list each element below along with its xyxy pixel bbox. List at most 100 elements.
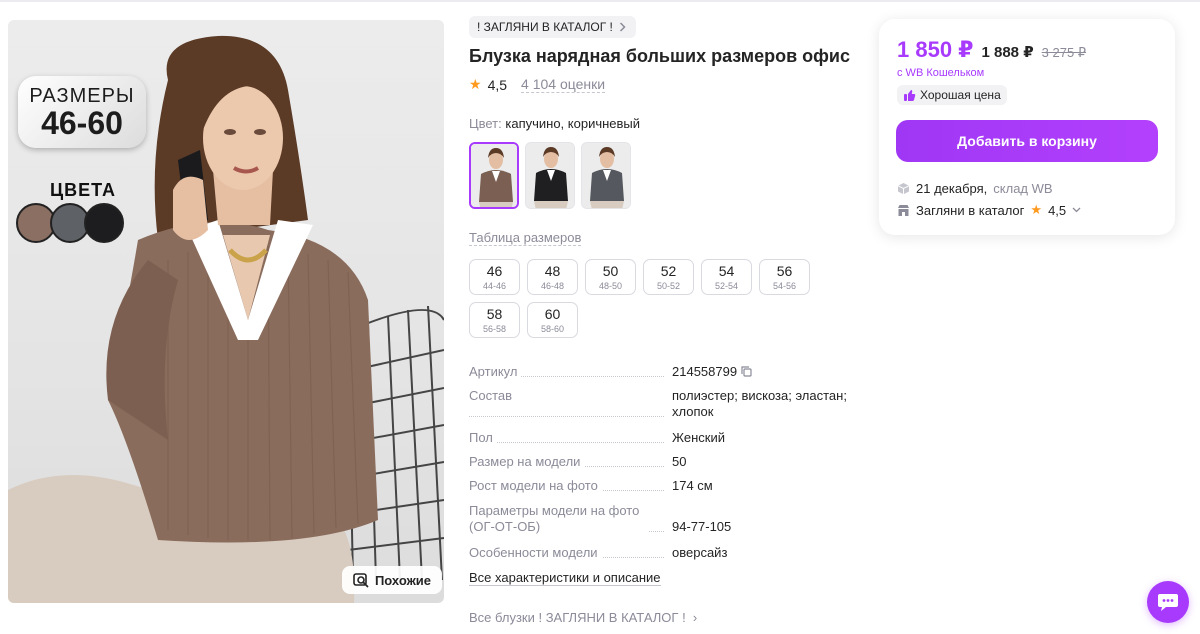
color-variant-thumb[interactable] xyxy=(581,142,631,209)
similar-button[interactable]: Похожие xyxy=(342,566,442,594)
spec-key: Состав xyxy=(469,388,517,403)
star-icon: ★ xyxy=(1030,202,1043,217)
spec-value: 214558799 xyxy=(672,364,849,380)
spec-value-text: 50 xyxy=(672,454,687,469)
colors-title: ЦВЕТА xyxy=(49,180,116,200)
good-price-label: Хорошая цена xyxy=(920,88,1001,102)
product-title: Блузка нарядная больших размеров офис xyxy=(469,46,851,66)
size-option[interactable]: 52 50-52 xyxy=(643,259,694,295)
size-value: 54 xyxy=(718,263,735,279)
size-option[interactable]: 50 48-50 xyxy=(585,259,636,295)
color-swatch-black xyxy=(84,203,124,243)
image-search-icon xyxy=(353,573,369,588)
chevron-right-icon: › xyxy=(689,610,698,625)
store-icon xyxy=(898,204,909,216)
reviews-link[interactable]: 4 104 оценки xyxy=(521,76,606,93)
sizes-badge: РАЗМЕРЫ 46-60 xyxy=(18,76,146,148)
chat-button[interactable] xyxy=(1147,581,1189,623)
spec-value: полиэстер; вискоза; эластан; хлопок xyxy=(672,388,849,420)
wallet-note[interactable]: с WB Кошельком xyxy=(897,67,984,79)
spec-row: Артикул 214558799 xyxy=(469,364,849,380)
size-value: 58 xyxy=(486,306,503,322)
size-ru-value: 50-52 xyxy=(656,281,681,291)
spec-value: 174 см xyxy=(672,478,849,494)
size-value: 52 xyxy=(660,263,677,279)
color-line: Цвет: капучино, коричневый xyxy=(469,116,640,131)
spec-key: Параметры модели на фото (ОГ-ОТ-ОБ) xyxy=(469,503,649,535)
top-divider xyxy=(0,0,1200,2)
price-secondary: 1 888 ₽ xyxy=(981,44,1034,61)
spec-key: Размер на модели xyxy=(469,454,585,469)
variant-thumbnail-image xyxy=(526,143,574,208)
size-option[interactable]: 48 46-48 xyxy=(527,259,578,295)
spec-key: Рост модели на фото xyxy=(469,478,602,493)
chevron-right-icon xyxy=(619,22,626,32)
box-icon xyxy=(897,183,910,195)
size-ru-value: 52-54 xyxy=(714,281,739,291)
seller-name: Загляни в каталог xyxy=(916,202,1025,218)
color-variants xyxy=(469,142,631,209)
thumbs-up-icon xyxy=(904,89,916,101)
size-ru-value: 58-60 xyxy=(540,324,565,334)
spec-key-cell: Пол xyxy=(469,430,672,446)
spec-key-cell: Особенности модели xyxy=(469,545,672,561)
brand-chip[interactable]: ! ЗАГЛЯНИ В КАТАЛОГ ! xyxy=(469,16,636,38)
size-option[interactable]: 60 58-60 xyxy=(527,302,578,338)
spec-value-text: Женский xyxy=(672,430,725,445)
product-photo[interactable]: РАЗМЕРЫ 46-60 ЦВЕТА Похожие xyxy=(8,20,444,603)
size-value: 50 xyxy=(602,263,619,279)
brand-name: ! ЗАГЛЯНИ В КАТАЛОГ ! xyxy=(477,20,613,34)
spec-value-text: оверсайз xyxy=(672,545,728,560)
spec-key: Пол xyxy=(469,430,497,445)
copy-icon[interactable] xyxy=(741,366,752,377)
product-rating: ★ 4,5 4 104 оценки xyxy=(469,76,606,93)
size-ru-value: 56-58 xyxy=(482,324,507,334)
category-breadcrumb[interactable]: Все блузки ! ЗАГЛЯНИ В КАТАЛОГ ! › xyxy=(469,610,697,625)
spec-key-cell: Размер на модели xyxy=(469,454,672,470)
variant-thumbnail-image xyxy=(471,144,517,207)
size-option[interactable]: 46 44-46 xyxy=(469,259,520,295)
spec-row: Особенности модели оверсайз xyxy=(469,545,849,561)
delivery-warehouse: склад WB xyxy=(993,181,1053,196)
color-variant-thumb[interactable] xyxy=(469,142,519,209)
size-table-link[interactable]: Таблица размеров xyxy=(469,230,582,246)
add-to-cart-button[interactable]: Добавить в корзину xyxy=(896,120,1158,162)
spec-value: 50 xyxy=(672,454,849,470)
similar-button-label: Похожие xyxy=(374,572,432,588)
delivery-info: 21 декабря, склад WB xyxy=(897,181,1053,196)
spec-row: Параметры модели на фото (ОГ-ОТ-ОБ) 94-77… xyxy=(469,503,849,535)
size-row: 46 44-46 48 46-48 50 48-50 52 50-52 54 52-54 56 54-… xyxy=(469,259,829,295)
chevron-down-icon xyxy=(1072,207,1081,213)
size-value: 46 xyxy=(486,263,503,279)
price-row: 1 850 ₽ 1 888 ₽ 3 275 ₽ xyxy=(897,37,1086,63)
size-option[interactable]: 56 54-56 xyxy=(759,259,810,295)
variant-thumbnail-image xyxy=(582,143,630,208)
star-icon: ★ xyxy=(469,76,482,92)
price-old: 3 275 ₽ xyxy=(1041,45,1087,60)
size-option[interactable]: 54 52-54 xyxy=(701,259,752,295)
spec-value: оверсайз xyxy=(672,545,849,561)
sizes-badge-label: РАЗМЕРЫ xyxy=(29,85,135,107)
seller-info[interactable]: Загляни в каталог ★ 4,5 xyxy=(897,202,1081,218)
spec-value-text: 174 см xyxy=(672,478,713,493)
spec-value-text: 94-77-105 xyxy=(672,519,732,534)
spec-row: Пол Женский xyxy=(469,430,849,446)
spec-key: Артикул xyxy=(469,364,522,379)
size-ru-value: 46-48 xyxy=(540,281,565,291)
delivery-date: 21 декабря, xyxy=(916,181,988,196)
spec-row: Состав полиэстер; вискоза; эластан; хлопо… xyxy=(469,388,849,420)
spec-key-cell: Рост модели на фото xyxy=(469,478,672,494)
spec-value: 94-77-105 xyxy=(672,503,849,535)
spec-value: Женский xyxy=(672,430,849,446)
color-variant-thumb[interactable] xyxy=(525,142,575,209)
spec-key: Особенности модели xyxy=(469,545,602,560)
spec-row: Рост модели на фото 174 см xyxy=(469,478,849,494)
size-value: 56 xyxy=(776,263,793,279)
all-specs-link[interactable]: Все характеристики и описание xyxy=(469,570,661,586)
size-ru-value: 48-50 xyxy=(598,281,623,291)
color-value: капучино, коричневый xyxy=(505,116,641,131)
size-value: 48 xyxy=(544,263,561,279)
size-option[interactable]: 58 56-58 xyxy=(469,302,520,338)
dotted-leader xyxy=(469,442,664,443)
size-ru-value: 54-56 xyxy=(772,281,797,291)
